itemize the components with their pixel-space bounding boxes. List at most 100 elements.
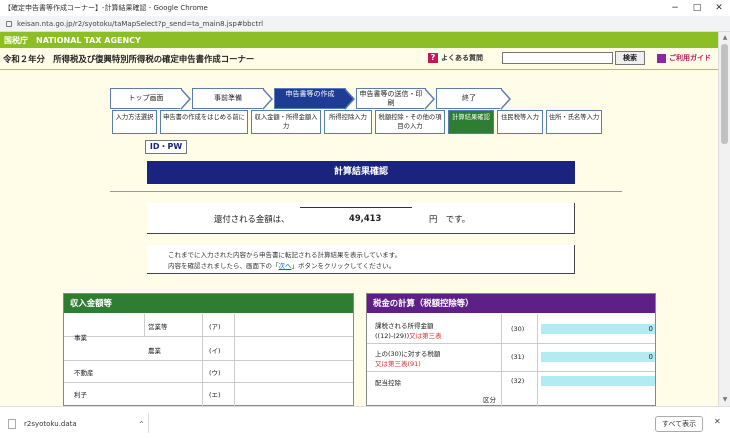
agency-name: NATIONAL TAX AGENCY [36,35,141,45]
divider [148,413,149,433]
window-controls: − □ ✕ [664,0,730,16]
step-create-return[interactable]: 申告書等の作成 [274,88,355,110]
step-top-page[interactable]: トップ画面 [110,88,191,110]
col-divider [234,314,235,406]
amount-underline [300,207,412,208]
note-text: 」ボタンをクリックしてください。 [291,262,396,270]
substep-tax-credit-input[interactable]: 税額控除・その他の項目の入力 [375,110,445,134]
agency-logo[interactable]: 国税庁 [4,35,28,46]
note-text: 内容を確認されましたら、画面下の「 [168,262,279,270]
row-divider [367,343,655,344]
income-panel-title: 収入金額等 [64,294,353,313]
income-panel: 収入金額等 事業 営業等 (ア) 農業 (イ) 不動産 (ウ) 利子 (エ) [63,293,354,406]
col-divider [501,314,502,406]
tax-extra-label: 区分 [483,396,496,404]
guide-link[interactable]: ご利用ガイド [657,53,711,63]
question-icon: ? [428,53,438,63]
show-all-button[interactable]: すべて表示 [655,416,703,432]
download-item[interactable]: r2syotoku.data ^ [8,415,148,433]
tax-alt-form: 又は第三表(91) [375,360,421,368]
faq-label[interactable]: よくある質問 [441,53,483,63]
instruction-note: これまでに入力された内容から申告書に転記される計算結果を表示しています。 内容を… [147,245,575,274]
step-label: 事前準備 [214,94,242,102]
scroll-up-icon[interactable]: ▲ [721,34,729,42]
arrow-fill [500,89,509,109]
guide-icon [657,53,666,63]
tax-row-label: 上の(30)に対する税額 [375,350,441,358]
tax-panel: 税金の計算（税額控除等） 課税される所得金額 ((12)-(29))又は第三表 … [366,293,656,406]
page-content: 国税庁 NATIONAL TAX AGENCY 令和２年分 所得税及び復興特別所… [0,32,718,406]
income-item: 農業 [148,347,161,355]
arrow-fill [262,89,271,109]
maximize-icon[interactable]: □ [686,0,708,16]
substep-resident-tax[interactable]: 住民税等入力 [497,110,543,134]
income-code: (ウ) [209,369,221,377]
step-label: 申告書等の送信・印刷 [359,90,423,107]
download-bar: r2syotoku.data ^ すべて表示 ✕ [0,406,730,438]
tax-formula: ((12)-(29)) [375,332,410,340]
tax-value-field [541,376,655,386]
close-icon[interactable]: ✕ [708,0,730,16]
section-title: 計算結果確認 [147,161,575,184]
step-submit-print[interactable]: 申告書等の送信・印刷 [356,88,435,110]
income-code: (エ) [209,391,221,399]
page-title: 令和２年分 所得税及び復興特別所得税の確定申告書作成コーナー [3,53,255,64]
step-preparation[interactable]: 事前準備 [192,88,273,110]
tax-row-label: 課税される所得金額 [375,322,434,330]
agency-bar: 国税庁 NATIONAL TAX AGENCY [0,32,718,48]
step-label: 終了 [462,94,476,102]
row-divider [367,371,655,372]
refund-unit: 円 です。 [429,214,471,224]
substep-input-method[interactable]: 入力方法選択 [112,110,157,134]
row-divider [64,336,353,337]
lock-icon [6,20,12,27]
income-code: (ア) [209,323,221,331]
scroll-thumb[interactable] [721,44,728,144]
substep-result-check[interactable]: 計算結果確認 [448,110,494,134]
tax-value-field: 0 [541,352,655,362]
step-label: トップ画面 [128,94,164,102]
search-button[interactable]: 検索 [615,51,645,65]
tax-row-num: (32) [511,377,525,385]
substep-income-input[interactable]: 収入金額・所得金額入力 [251,110,321,134]
file-icon [8,419,16,429]
close-icon[interactable]: ✕ [714,417,721,426]
refund-amount: 49,413 [349,213,382,223]
substep-address-name[interactable]: 住所・氏名等入力 [546,110,602,134]
address-bar[interactable]: keisan.nta.go.jp/r2/syotoku/taMapSelect?… [0,16,730,32]
note-line-2: 内容を確認されましたら、画面下の「次へ」ボタンをクリックしてください。 [168,261,574,272]
note-line-1: これまでに入力された内容から申告書に転記される計算結果を表示しています。 [168,251,402,259]
browser-title-bar: 【確定申告書等作成コーナー】-計算結果確認 - Google Chrome − … [0,0,730,16]
arrow-fill [180,89,189,109]
col-divider [537,314,538,406]
tax-value-field: 0 [541,324,655,334]
income-code: (イ) [209,347,221,355]
url-text[interactable]: keisan.nta.go.jp/r2/syotoku/taMapSelect?… [17,20,263,28]
income-group: 利子 [74,391,87,399]
id-pw-button[interactable]: ID・PW [145,140,187,154]
refund-box: 還付される金額は、 49,413 円 です。 [147,203,575,234]
tax-row-sub: ((12)-(29))又は第三表 [375,330,442,340]
tax-row-label: 配当控除 [375,379,401,387]
scroll-down-icon[interactable]: ▼ [721,396,729,404]
row-divider [64,360,353,361]
minimize-icon[interactable]: − [664,0,686,16]
download-filename[interactable]: r2syotoku.data [24,420,77,428]
col-divider [202,314,203,406]
faq-link[interactable]: ? よくある質問 [428,53,483,63]
income-group: 事業 [74,334,87,342]
income-group: 不動産 [74,369,94,377]
step-label: 申告書等の作成 [285,90,335,98]
guide-label[interactable]: ご利用ガイド [669,53,711,63]
chevron-up-icon[interactable]: ^ [139,421,144,428]
tax-row-num: (30) [511,325,525,333]
search-input[interactable] [502,52,613,64]
page-scrollbar[interactable]: ▲ ▼ [718,32,730,406]
step-finish[interactable]: 終了 [436,88,511,110]
next-link[interactable]: 次へ [279,262,292,270]
divider [110,191,622,192]
browser-title: 【確定申告書等作成コーナー】-計算結果確認 - Google Chrome [4,4,208,12]
substep-before-start[interactable]: 申告書の作成をはじめる前に [160,110,248,134]
substep-deduction-input[interactable]: 所得控除入力 [324,110,372,134]
tax-row-num: (31) [511,353,525,361]
